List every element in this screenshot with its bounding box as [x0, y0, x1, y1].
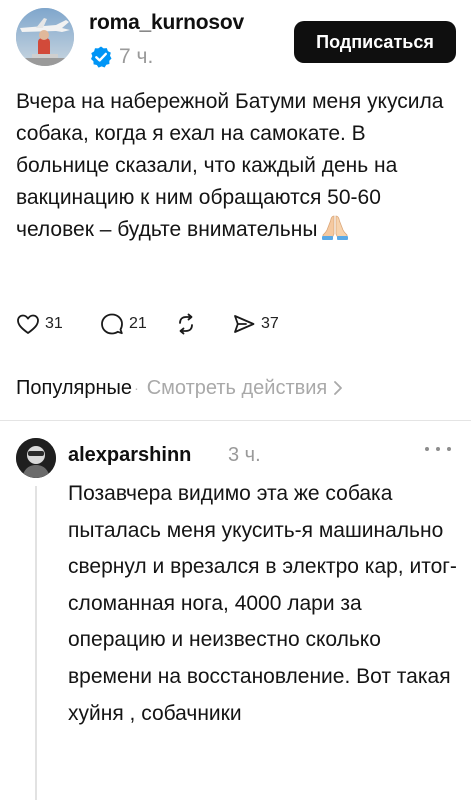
replies-header: Популярные · Смотреть действия [16, 370, 456, 406]
comment-bubble-icon[interactable] [100, 312, 124, 336]
share-action[interactable]: 37 [232, 310, 279, 338]
reply-count: 21 [129, 315, 147, 332]
more-dots-icon[interactable] [425, 442, 451, 456]
commenter-avatar[interactable] [16, 438, 56, 478]
section-divider [0, 420, 471, 421]
comment-text: Позавчера видимо эта же собака пыталась … [68, 482, 457, 725]
comment-time: 3 ч. [228, 444, 261, 466]
post-body: Вчера на набережной Батуми меня укусила … [16, 86, 456, 246]
send-icon[interactable] [232, 312, 256, 336]
commenter-username[interactable]: alexparshinn [68, 444, 191, 467]
post-actions: 31 21 37 [16, 310, 316, 338]
repost-icon[interactable] [174, 312, 198, 336]
share-count: 37 [261, 315, 279, 332]
chevron-right-icon[interactable] [333, 380, 343, 396]
follow-button[interactable]: Подписаться [294, 21, 456, 63]
author-username[interactable]: roma_kurnosov [89, 11, 244, 35]
verified-badge-icon [89, 45, 113, 69]
view-activity-link[interactable]: Смотреть действия [147, 377, 328, 400]
like-count: 31 [45, 315, 63, 332]
sort-popular-tab[interactable]: Популярные [16, 377, 132, 400]
folded-hands-emoji [320, 214, 350, 240]
like-action[interactable]: 31 [16, 310, 63, 338]
repost-action[interactable] [174, 310, 198, 338]
post-text: Вчера на набережной Батуми меня укусила … [16, 90, 444, 241]
post-meta: 7 ч. [89, 44, 153, 70]
tab-separator: · [134, 380, 139, 396]
thread-line [35, 486, 37, 800]
author-avatar[interactable] [16, 8, 74, 66]
post-time: 7 ч. [119, 45, 154, 68]
heart-icon[interactable] [16, 313, 40, 335]
post-header: roma_kurnosov 7 ч. Подписаться [16, 8, 456, 78]
reply-action[interactable]: 21 [100, 310, 147, 338]
